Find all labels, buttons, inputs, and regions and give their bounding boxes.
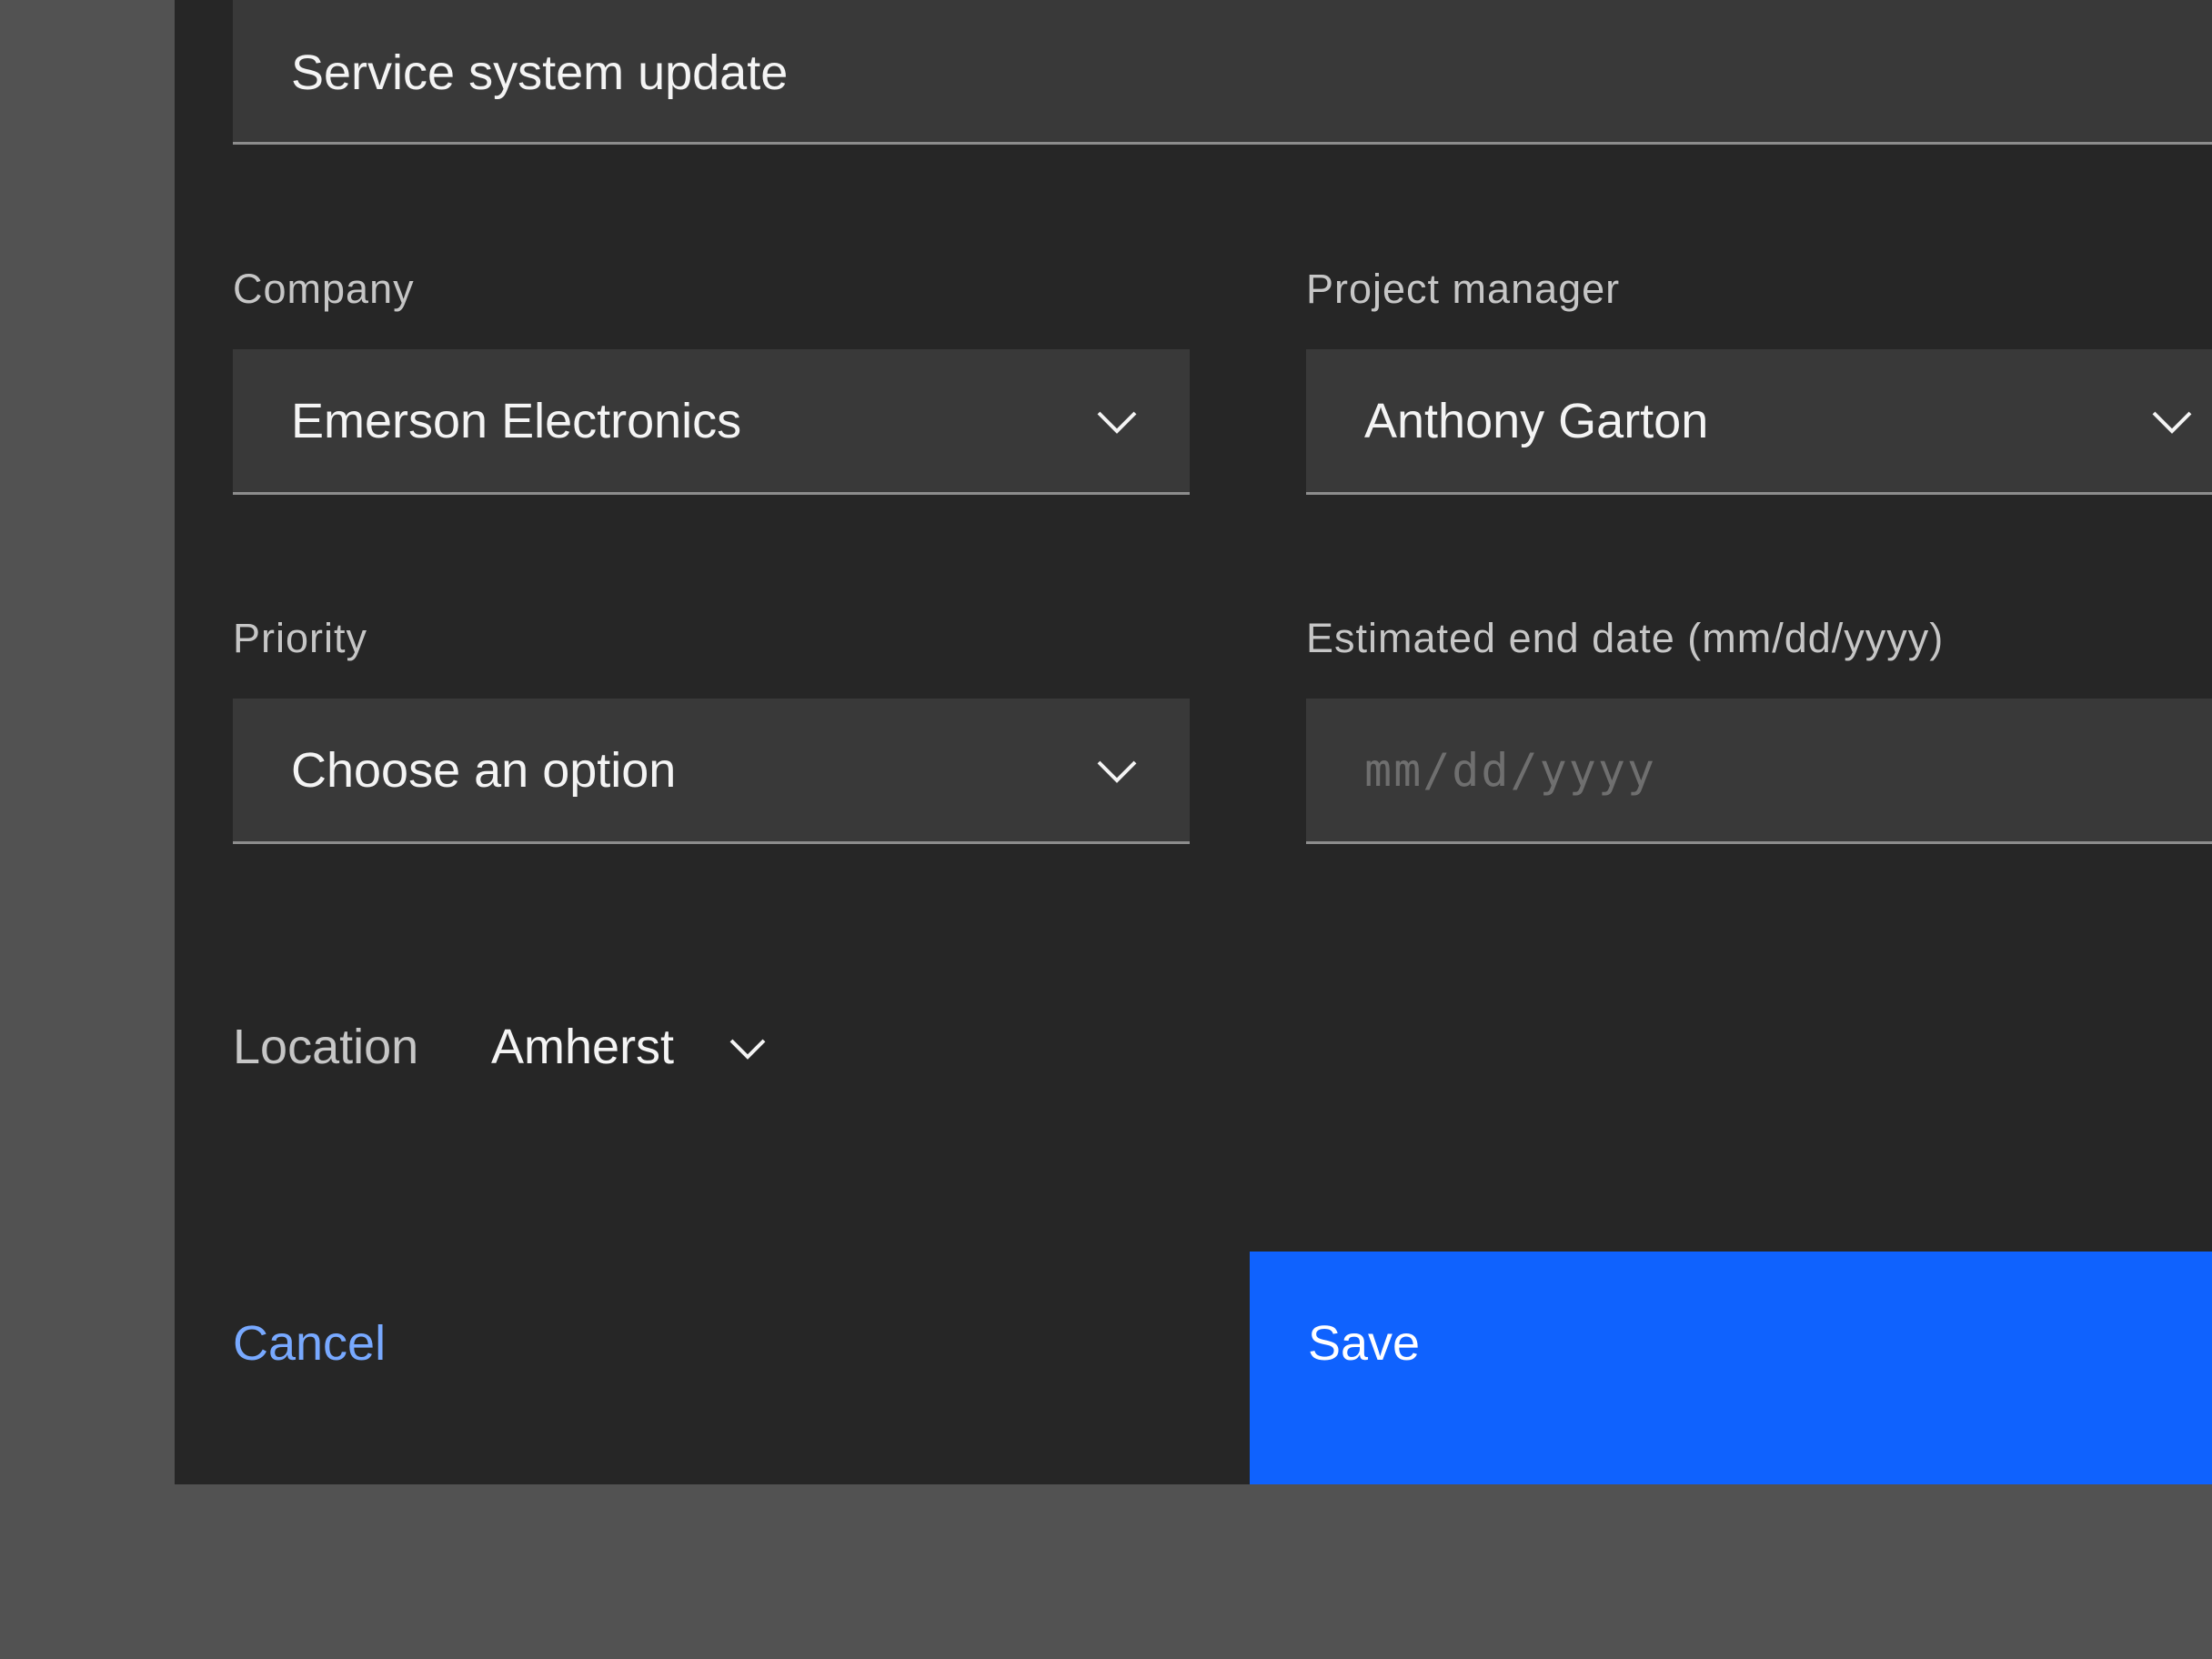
- location-selected-value: Amherst: [491, 1020, 675, 1074]
- priority-dropdown[interactable]: Choose an option: [233, 699, 1190, 844]
- project-manager-dropdown[interactable]: Anthony Garton: [1306, 349, 2212, 495]
- company-label: Company: [233, 266, 415, 312]
- project-manager-selected-value: Anthony Garton: [1364, 393, 1709, 448]
- chevron-down-icon: [1097, 759, 1137, 784]
- location-dropdown[interactable]: Amherst: [491, 1010, 964, 1086]
- location-label: Location: [233, 1020, 419, 1074]
- priority-label: Priority: [233, 615, 368, 661]
- title-field-value: Service system update: [291, 45, 789, 100]
- cancel-button-label: Cancel: [233, 1316, 387, 1371]
- chevron-down-icon: [2152, 409, 2192, 435]
- title-field[interactable]: Service system update: [233, 0, 2212, 145]
- end-date-input[interactable]: mm/dd/yyyy: [1306, 699, 2212, 844]
- company-selected-value: Emerson Electronics: [291, 393, 742, 448]
- chevron-down-icon: [729, 1037, 766, 1061]
- end-date-label: Estimated end date (mm/dd/yyyy): [1306, 615, 1945, 661]
- priority-selected-value: Choose an option: [291, 742, 677, 798]
- company-dropdown[interactable]: Emerson Electronics: [233, 349, 1190, 495]
- modal-dialog: Service system update Company Emerson El…: [175, 0, 2212, 1484]
- chevron-down-icon: [1097, 409, 1137, 435]
- project-manager-label: Project manager: [1306, 266, 1621, 312]
- save-button-label: Save: [1308, 1316, 1421, 1371]
- cancel-button[interactable]: Cancel: [233, 1252, 1252, 1484]
- end-date-placeholder: mm/dd/yyyy: [1364, 743, 1657, 797]
- save-button[interactable]: Save: [1250, 1252, 2212, 1484]
